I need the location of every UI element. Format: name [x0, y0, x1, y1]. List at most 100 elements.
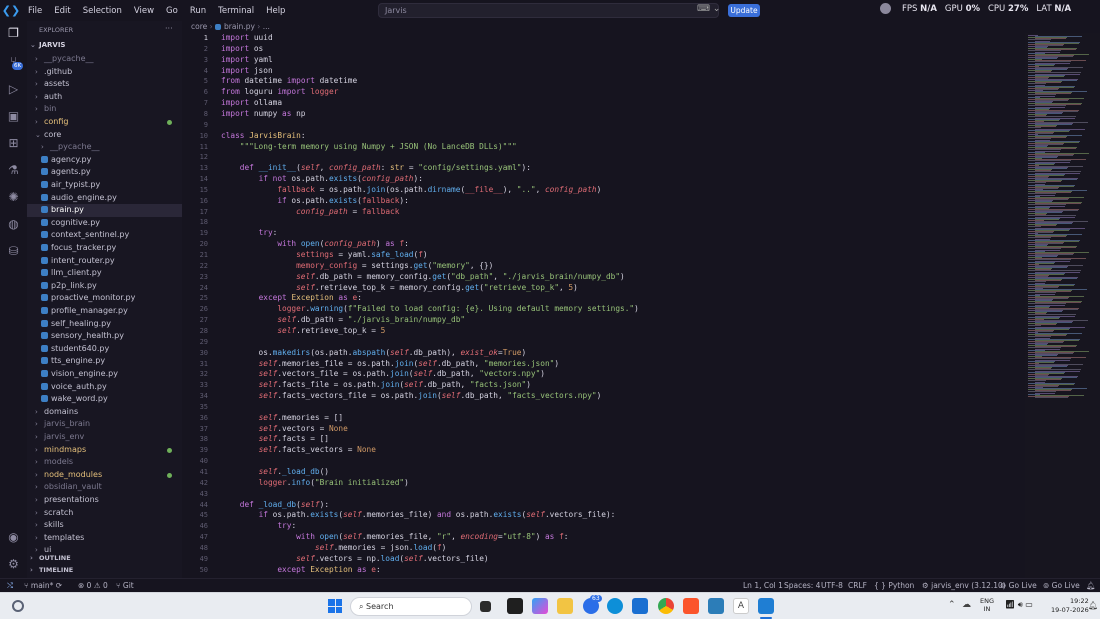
- code-line[interactable]: self.facts_file = os.path.join(self.db_p…: [221, 380, 531, 389]
- workspace-root[interactable]: ⌄ JARVIS: [30, 41, 65, 49]
- menu-run[interactable]: Run: [184, 6, 212, 16]
- folder-item[interactable]: › .github: [27, 66, 182, 79]
- chat-icon[interactable]: ⌨ ⌄: [697, 4, 720, 14]
- code-line[interactable]: self.facts_vectors_file = os.path.join(s…: [221, 391, 602, 400]
- folder-item[interactable]: › presentations: [27, 494, 182, 507]
- code-line[interactable]: settings = yaml.safe_load(f): [221, 250, 427, 259]
- language-indicator[interactable]: ENG IN: [980, 597, 994, 613]
- folder-item[interactable]: › node_modules: [27, 469, 182, 482]
- outline-section[interactable]: › OUTLINE: [30, 554, 71, 562]
- encoding[interactable]: UTF-8: [821, 581, 843, 590]
- code-line[interactable]: """Long-term memory using Numpy + JSON (…: [221, 142, 517, 151]
- code-line[interactable]: if not os.path.exists(config_path):: [221, 174, 423, 183]
- folder-item[interactable]: › __pycache__: [27, 141, 182, 154]
- breadcrumb-folder[interactable]: core: [191, 22, 207, 31]
- file-item[interactable]: self_healing.py: [27, 318, 182, 331]
- code-line[interactable]: self._load_db(): [221, 467, 329, 476]
- terminal-app-icon[interactable]: [507, 598, 523, 614]
- task-view-icon[interactable]: [480, 601, 491, 612]
- code-line[interactable]: self.db_path = memory_config.get("db_pat…: [221, 272, 625, 281]
- python-interpreter[interactable]: ⚙ jarvis_env (3.12.10): [922, 581, 1006, 590]
- code-line[interactable]: import yaml: [221, 55, 273, 64]
- testing-icon[interactable]: ⚗: [5, 162, 22, 179]
- menu-view[interactable]: View: [128, 6, 160, 16]
- file-item[interactable]: context_sentinel.py: [27, 229, 182, 242]
- remote-indicator-icon[interactable]: ⤭: [7, 581, 13, 591]
- command-search-input[interactable]: Jarvis: [378, 3, 719, 18]
- edge-icon[interactable]: [607, 598, 623, 614]
- file-item[interactable]: student640.py: [27, 343, 182, 356]
- file-item[interactable]: sensory_health.py: [27, 330, 182, 343]
- taskbar-search[interactable]: ⌕ Search: [350, 597, 472, 616]
- file-item[interactable]: tts_engine.py: [27, 355, 182, 368]
- folder-item[interactable]: › obsidian_vault: [27, 481, 182, 494]
- folder-item[interactable]: › jarvis_brain: [27, 418, 182, 431]
- code-line[interactable]: self.facts = []: [221, 434, 329, 443]
- code-line[interactable]: self.vectors_file = os.path.join(self.db…: [221, 369, 545, 378]
- more-actions-icon[interactable]: ···: [165, 24, 173, 33]
- code-line[interactable]: self.db_path = "./jarvis_brain/numpy_db": [221, 315, 465, 324]
- folder-item[interactable]: › config: [27, 116, 182, 129]
- language-mode[interactable]: { } Python: [874, 581, 914, 590]
- file-item[interactable]: voice_auth.py: [27, 381, 182, 394]
- onedrive-icon[interactable]: ☁: [962, 600, 971, 610]
- code-line[interactable]: fallback = os.path.join(os.path.dirname(…: [221, 185, 601, 194]
- menu-edit[interactable]: Edit: [48, 6, 76, 16]
- breadcrumb-file[interactable]: brain.py: [224, 22, 255, 31]
- minimap[interactable]: [1025, 33, 1100, 578]
- go-live-button[interactable]: ⊚ Go Live: [1043, 581, 1080, 590]
- indentation[interactable]: Spaces: 4: [784, 581, 820, 590]
- update-button[interactable]: Update: [728, 4, 760, 17]
- folder-item[interactable]: › assets: [27, 78, 182, 91]
- brave-icon[interactable]: [683, 598, 699, 614]
- menu-selection[interactable]: Selection: [77, 6, 128, 16]
- file-item[interactable]: llm_client.py: [27, 267, 182, 280]
- code-line[interactable]: if os.path.exists(fallback):: [221, 196, 408, 205]
- code-line[interactable]: os.makedirs(os.path.abspath(self.db_path…: [221, 348, 527, 357]
- code-line[interactable]: import uuid: [221, 33, 273, 42]
- folder-item[interactable]: › skills: [27, 519, 182, 532]
- widgets-icon[interactable]: [12, 600, 24, 612]
- file-item[interactable]: vision_engine.py: [27, 368, 182, 381]
- code-line[interactable]: if os.path.exists(self.memories_file) an…: [221, 510, 616, 519]
- file-item[interactable]: cognitive.py: [27, 217, 182, 230]
- file-item[interactable]: air_typist.py: [27, 179, 182, 192]
- settings-sync-icon[interactable]: ✺: [5, 189, 22, 206]
- code-line[interactable]: from datetime import datetime: [221, 76, 357, 85]
- branch-item[interactable]: ⑂ main* ⟳: [24, 581, 62, 590]
- code-line[interactable]: def _load_db(self):: [221, 500, 329, 509]
- file-item[interactable]: audio_engine.py: [27, 192, 182, 205]
- notifications-bell-icon[interactable]: 🔔︎: [1086, 581, 1096, 590]
- remote-icon[interactable]: ▣: [5, 108, 22, 125]
- code-line[interactable]: except Exception as e:: [221, 293, 362, 302]
- file-item[interactable]: p2p_link.py: [27, 280, 182, 293]
- extensions-icon[interactable]: ⊞: [5, 135, 22, 152]
- copilot-app-icon[interactable]: [532, 598, 548, 614]
- timeline-section[interactable]: › TIMELINE: [30, 566, 73, 574]
- code-line[interactable]: except Exception as e:: [221, 565, 380, 574]
- code-line[interactable]: self.vectors = np.load(self.vectors_file…: [221, 554, 488, 563]
- database-icon[interactable]: ⛁: [5, 243, 22, 260]
- file-item[interactable]: wake_word.py: [27, 393, 182, 406]
- code-line[interactable]: with open(config_path) as f:: [221, 239, 409, 248]
- file-item[interactable]: agents.py: [27, 166, 182, 179]
- file-item[interactable]: proactive_monitor.py: [27, 292, 182, 305]
- file-item[interactable]: agency.py: [27, 154, 182, 167]
- go-live-item[interactable]: ⊚ Go Live: [1000, 581, 1037, 590]
- tray-chevron-icon[interactable]: ⌃: [948, 600, 956, 610]
- start-icon[interactable]: [328, 599, 342, 613]
- code-line[interactable]: self.facts_vectors = None: [221, 445, 376, 454]
- code-line[interactable]: try:: [221, 521, 296, 530]
- menu-file[interactable]: File: [22, 6, 48, 16]
- folder-item[interactable]: › __pycache__: [27, 53, 182, 66]
- code-line[interactable]: import os: [221, 44, 263, 53]
- code-editor[interactable]: 1 import uuid 2 import os 3 import yaml 4 impor…: [182, 33, 1025, 578]
- code-line[interactable]: self.retrieve_top_k = memory_config.get(…: [221, 283, 578, 292]
- folder-item[interactable]: › mindmaps: [27, 444, 182, 457]
- code-line[interactable]: import numpy as np: [221, 109, 306, 118]
- account-icon[interactable]: ◉: [5, 529, 22, 546]
- breadcrumb-symbol[interactable]: ...: [263, 22, 270, 31]
- code-line[interactable]: logger.warning(f"Failed to load config: …: [221, 304, 638, 313]
- git-item[interactable]: ⑂ Git: [116, 581, 134, 590]
- code-line[interactable]: self.vectors = None: [221, 424, 348, 433]
